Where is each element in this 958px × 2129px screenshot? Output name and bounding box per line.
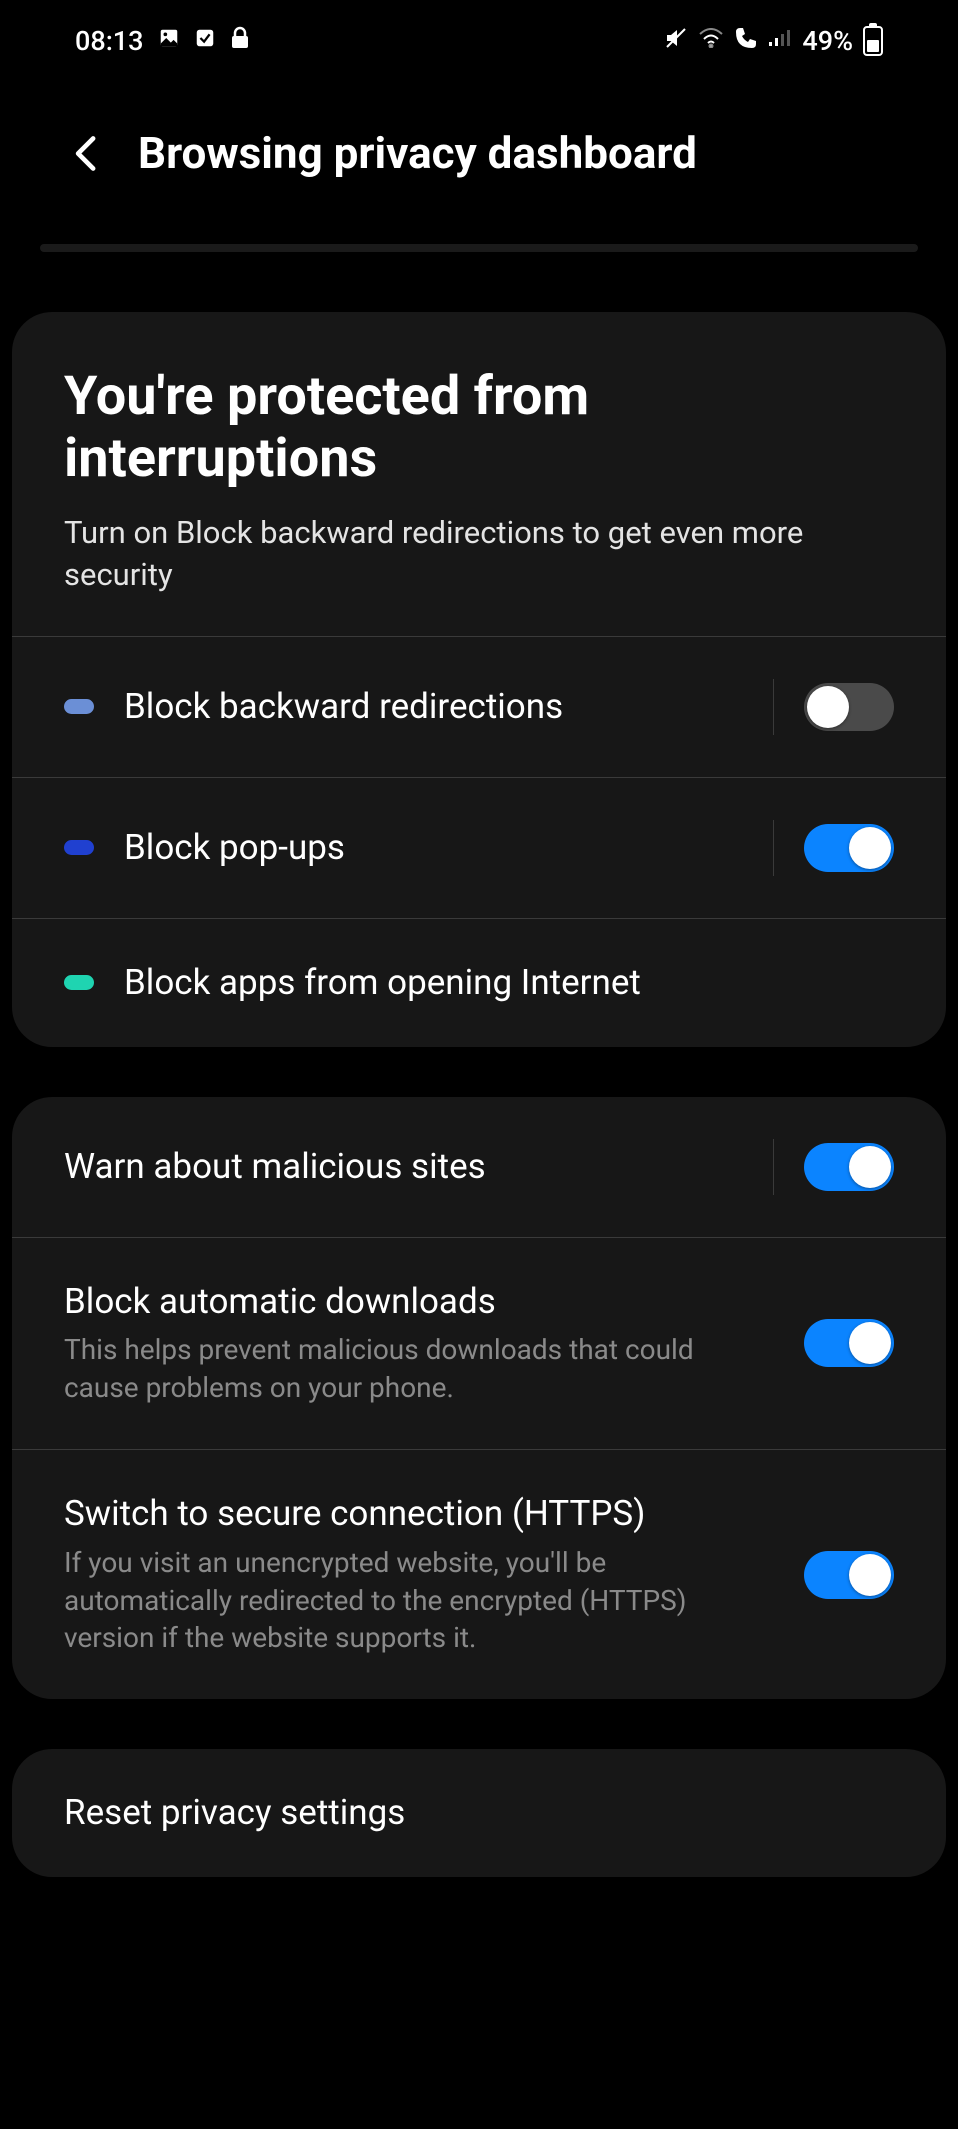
row-label: Block backward redirections	[124, 685, 743, 729]
status-left: 08:13	[75, 25, 250, 57]
row-description: This helps prevent malicious downloads t…	[64, 1331, 774, 1407]
hero-title: You're protected from interruptions	[64, 366, 894, 490]
reset-privacy-settings-button[interactable]: Reset privacy settings	[12, 1749, 946, 1877]
row-text: Block pop-ups	[124, 826, 743, 870]
separator	[773, 1139, 774, 1195]
row-description: If you visit an unencrypted website, you…	[64, 1544, 774, 1657]
switch-to-https-row[interactable]: Switch to secure connection (HTTPS) If y…	[12, 1449, 946, 1699]
mute-icon	[664, 26, 688, 56]
status-time: 08:13	[75, 25, 144, 57]
row-label: Warn about malicious sites	[64, 1145, 743, 1189]
lock-icon	[230, 26, 250, 56]
status-bar: 08:13 49%	[0, 0, 958, 72]
status-right: 49%	[664, 25, 883, 57]
warn-malicious-sites-row[interactable]: Warn about malicious sites	[12, 1097, 946, 1237]
battery-icon	[863, 26, 883, 56]
wifi-icon	[698, 28, 724, 54]
block-automatic-downloads-toggle[interactable]	[804, 1319, 894, 1367]
call-icon	[734, 26, 758, 56]
signal-icon	[768, 28, 792, 54]
security-card: Warn about malicious sites Block automat…	[12, 1097, 946, 1699]
row-text: Block backward redirections	[124, 685, 743, 729]
block-backward-redirections-toggle[interactable]	[804, 683, 894, 731]
separator	[773, 679, 774, 735]
block-popups-toggle[interactable]	[804, 824, 894, 872]
back-icon[interactable]	[65, 131, 110, 176]
status-battery-percent: 49%	[802, 25, 853, 57]
picture-icon	[158, 27, 180, 55]
status-dot-icon	[64, 699, 94, 714]
row-label: Block automatic downloads	[64, 1280, 774, 1324]
row-text: Warn about malicious sites	[64, 1145, 743, 1189]
row-label: Switch to secure connection (HTTPS)	[64, 1492, 774, 1536]
checkbox-icon	[194, 27, 216, 55]
row-label: Block pop-ups	[124, 826, 743, 870]
block-automatic-downloads-row[interactable]: Block automatic downloads This helps pre…	[12, 1237, 946, 1449]
page-header: Browsing privacy dashboard	[0, 72, 958, 244]
row-text: Switch to secure connection (HTTPS) If y…	[64, 1492, 774, 1657]
page-title: Browsing privacy dashboard	[138, 127, 697, 179]
row-label: Block apps from opening Internet	[124, 961, 894, 1005]
card-hero: You're protected from interruptions Turn…	[12, 312, 946, 636]
switch-to-https-toggle[interactable]	[804, 1551, 894, 1599]
hero-subtitle: Turn on Block backward redirections to g…	[64, 512, 894, 596]
status-dot-icon	[64, 975, 94, 990]
block-popups-row[interactable]: Block pop-ups	[12, 777, 946, 918]
row-text: Block automatic downloads This helps pre…	[64, 1280, 774, 1407]
interruptions-card: You're protected from interruptions Turn…	[12, 312, 946, 1047]
separator	[773, 820, 774, 876]
block-backward-redirections-row[interactable]: Block backward redirections	[12, 636, 946, 777]
reset-label: Reset privacy settings	[64, 1791, 894, 1835]
row-text: Block apps from opening Internet	[124, 961, 894, 1005]
warn-malicious-sites-toggle[interactable]	[804, 1143, 894, 1191]
block-apps-opening-internet-row[interactable]: Block apps from opening Internet	[12, 918, 946, 1047]
status-dot-icon	[64, 840, 94, 855]
scroll-indicator	[40, 244, 918, 252]
